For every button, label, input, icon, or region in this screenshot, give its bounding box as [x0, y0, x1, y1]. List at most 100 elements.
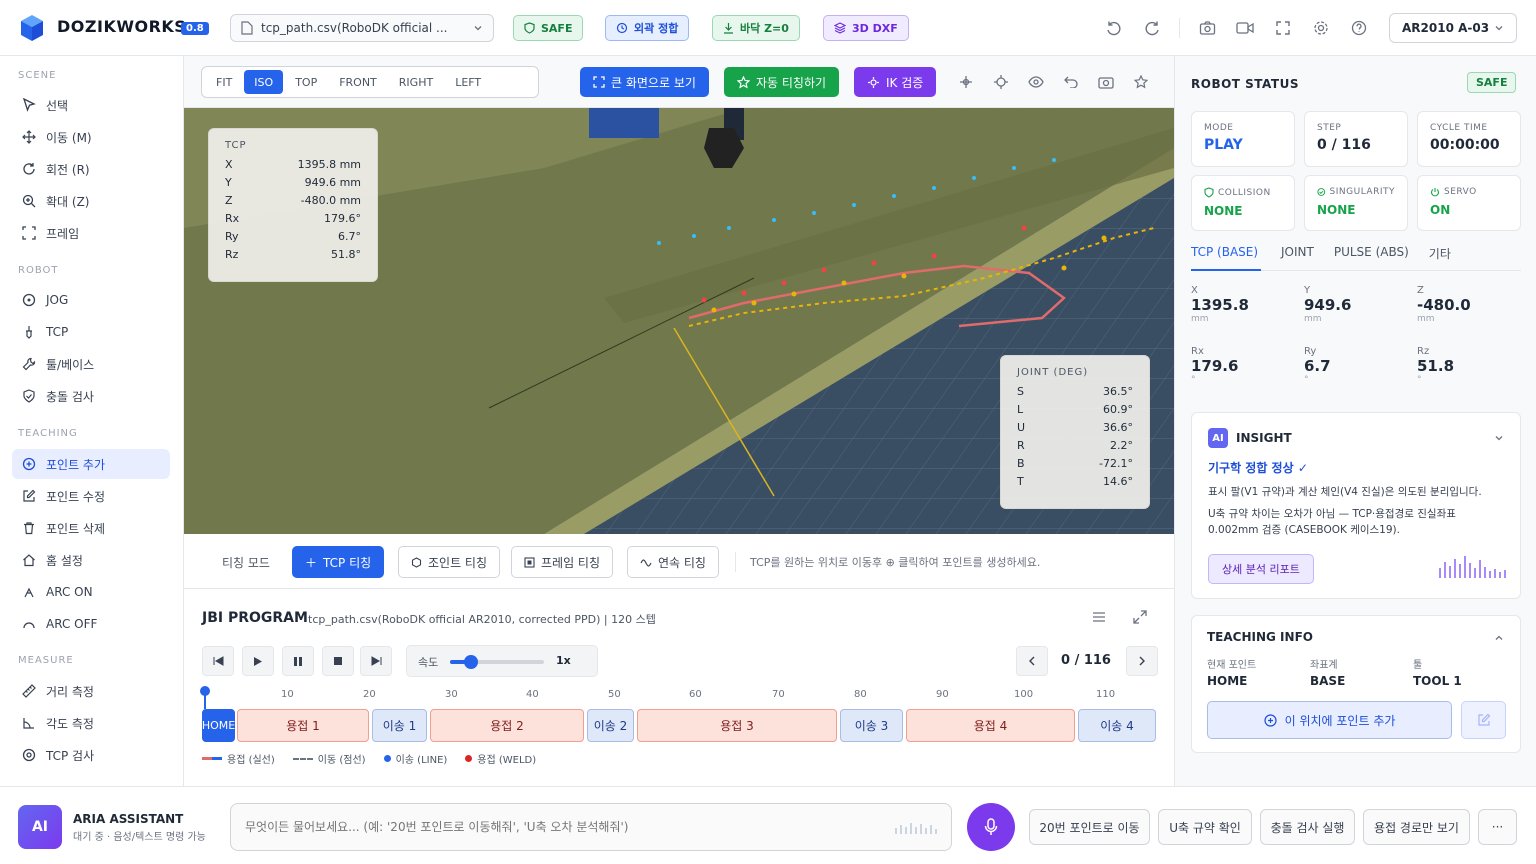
- skip-forward-button[interactable]: [360, 646, 392, 676]
- favorite-icon[interactable]: [1132, 73, 1150, 91]
- sidebar-item-zoom[interactable]: 확대 (Z): [12, 186, 170, 216]
- tcp-teach-button[interactable]: ＋ TCP 티칭: [292, 546, 385, 578]
- undo-view-icon[interactable]: [1062, 73, 1080, 91]
- tab-etc[interactable]: 기타: [1429, 245, 1451, 270]
- sidebar-item-frame[interactable]: 프레임: [12, 218, 170, 248]
- frame-teach-button[interactable]: 프레임 티칭: [511, 546, 614, 578]
- detail-report-button[interactable]: 상세 분석 리포트: [1208, 554, 1314, 584]
- sidebar-item-collision[interactable]: 충돌 검사: [12, 381, 170, 411]
- timeline-segment-move[interactable]: 이송 4: [1078, 709, 1156, 742]
- cycle-value: 00:00:00: [1430, 137, 1500, 153]
- chevron-up-icon[interactable]: [1494, 632, 1504, 646]
- help-icon[interactable]: [1347, 16, 1371, 40]
- sidebar-item-select[interactable]: 선택: [12, 90, 170, 120]
- insight-headline: 기구학 정합 정상 ✓: [1208, 461, 1308, 475]
- speed-slider-track[interactable]: [450, 655, 544, 669]
- edit-point-button[interactable]: [1461, 701, 1506, 739]
- view-right[interactable]: RIGHT: [389, 70, 443, 94]
- sidebar-item-rotate[interactable]: 회전 (R): [12, 154, 170, 184]
- sidebar-item-edit-point[interactable]: 포인트 수정: [12, 481, 170, 511]
- prev-step-button[interactable]: [1016, 646, 1048, 676]
- quick-u-axis-button[interactable]: U축 규약 확인: [1158, 809, 1252, 845]
- quick-collision-button[interactable]: 충돌 검사 실행: [1260, 809, 1355, 845]
- continuous-teach-button[interactable]: 연속 티칭: [627, 546, 719, 578]
- view-left[interactable]: LEFT: [445, 70, 491, 94]
- add-point-here-button[interactable]: 이 위치에 포인트 추가: [1207, 701, 1452, 739]
- play-button[interactable]: [242, 646, 274, 676]
- pause-button[interactable]: [282, 646, 314, 676]
- timeline-segment-weld[interactable]: 용접 4: [906, 709, 1075, 742]
- playhead-handle[interactable]: [200, 686, 210, 696]
- target-icon[interactable]: [992, 73, 1010, 91]
- tab-pulse[interactable]: PULSE (ABS): [1334, 245, 1409, 270]
- coord-y: Y 949.6 mm: [1304, 285, 1414, 324]
- safe-chip[interactable]: SAFE: [513, 15, 584, 41]
- quick-goto-point-button[interactable]: 20번 포인트로 이동: [1029, 809, 1150, 845]
- file-selector[interactable]: tcp_path.csv(RoboDK official ...: [230, 14, 494, 42]
- speed-slider-knob[interactable]: [463, 655, 478, 669]
- legend-label: 이동 (점선): [317, 755, 366, 766]
- tab-tcp-base[interactable]: TCP (BASE): [1191, 245, 1261, 271]
- axis-icon[interactable]: [957, 73, 975, 91]
- coord-rz: Rz 51.8 °: [1417, 346, 1527, 385]
- sidebar-item-jog[interactable]: JOG: [12, 285, 170, 315]
- screenshot-icon[interactable]: [1097, 73, 1115, 91]
- assistant-input[interactable]: [245, 817, 885, 837]
- frame-teach-label: 프레임 티칭: [541, 555, 601, 570]
- video-icon[interactable]: [1233, 16, 1257, 40]
- menu-icon[interactable]: [1092, 611, 1106, 626]
- sidebar-item-toolbase[interactable]: 툴/베이스: [12, 349, 170, 379]
- more-button[interactable]: ···: [1478, 809, 1517, 845]
- add-point-here-label: 이 위치에 포인트 추가: [1284, 713, 1396, 728]
- timeline-segment-move[interactable]: 이송 1: [372, 709, 427, 742]
- timeline-segment-move[interactable]: 이송 3: [840, 709, 903, 742]
- timeline-segment-home[interactable]: HOME: [202, 709, 235, 742]
- skip-back-button[interactable]: [202, 646, 234, 676]
- stop-button[interactable]: [322, 646, 354, 676]
- sidebar-item-arc-on[interactable]: ARC ON: [12, 577, 170, 607]
- view-iso[interactable]: ISO: [244, 70, 284, 94]
- expand-icon[interactable]: [1133, 610, 1147, 627]
- floor-chip[interactable]: 바닥 Z=0: [712, 15, 800, 41]
- shield-icon: [524, 22, 535, 34]
- ext-align-chip[interactable]: 외곽 정합: [605, 15, 690, 41]
- sidebar-item-distance[interactable]: 거리 측정: [12, 676, 170, 706]
- view-fit[interactable]: FIT: [206, 70, 242, 94]
- assistant-input-box[interactable]: [230, 803, 952, 851]
- sidebar-item-angle[interactable]: 각도 측정: [12, 708, 170, 738]
- sidebar-item-add-point[interactable]: 포인트 추가: [12, 449, 170, 479]
- redo-icon[interactable]: [1140, 16, 1164, 40]
- timeline-segment-weld[interactable]: 용접 3: [637, 709, 837, 742]
- mic-button[interactable]: [967, 803, 1015, 851]
- file-icon: [241, 21, 253, 35]
- joint-teach-button[interactable]: 조인트 티칭: [398, 546, 501, 578]
- timeline-segment-weld[interactable]: 용접 2: [430, 709, 584, 742]
- gear-icon[interactable]: [1309, 16, 1333, 40]
- sidebar-item-tcp[interactable]: TCP: [12, 317, 170, 347]
- timeline-segment-move[interactable]: 이송 2: [587, 709, 634, 742]
- chevron-down-icon[interactable]: [1494, 432, 1504, 446]
- tab-joint[interactable]: JOINT: [1281, 245, 1314, 270]
- sidebar-item-move[interactable]: 이동 (M): [12, 122, 170, 152]
- ik-verify-button[interactable]: IK 검증: [854, 67, 937, 97]
- sidebar-item-arc-off[interactable]: ARC OFF: [12, 609, 170, 639]
- quick-weld-path-button[interactable]: 용접 경로만 보기: [1363, 809, 1470, 845]
- dxf-chip[interactable]: 3D DXF: [823, 15, 909, 41]
- fullscreen-icon[interactable]: [1271, 16, 1295, 40]
- continuous-teach-label: 연속 티칭: [658, 555, 706, 570]
- view-top[interactable]: TOP: [285, 70, 327, 94]
- coord-key: Ry: [1304, 346, 1317, 357]
- 3d-viewport[interactable]: FIT ISO TOP FRONT RIGHT LEFT 큰 화면으로 보기 자…: [184, 56, 1174, 534]
- undo-icon[interactable]: [1102, 16, 1126, 40]
- next-step-button[interactable]: [1126, 646, 1158, 676]
- sidebar-item-home[interactable]: 홈 설정: [12, 545, 170, 575]
- eye-icon[interactable]: [1027, 73, 1045, 91]
- robot-selector[interactable]: AR2010 A-03: [1389, 13, 1517, 43]
- timeline-segment-weld[interactable]: 용접 1: [237, 709, 369, 742]
- view-front[interactable]: FRONT: [329, 70, 387, 94]
- sidebar-item-delete-point[interactable]: 포인트 삭제: [12, 513, 170, 543]
- camera-icon[interactable]: [1195, 16, 1219, 40]
- auto-teach-button[interactable]: 자동 티칭하기: [724, 67, 840, 97]
- fullscreen-view-button[interactable]: 큰 화면으로 보기: [580, 67, 709, 97]
- sidebar-item-tcp-check[interactable]: TCP 검사: [12, 740, 170, 770]
